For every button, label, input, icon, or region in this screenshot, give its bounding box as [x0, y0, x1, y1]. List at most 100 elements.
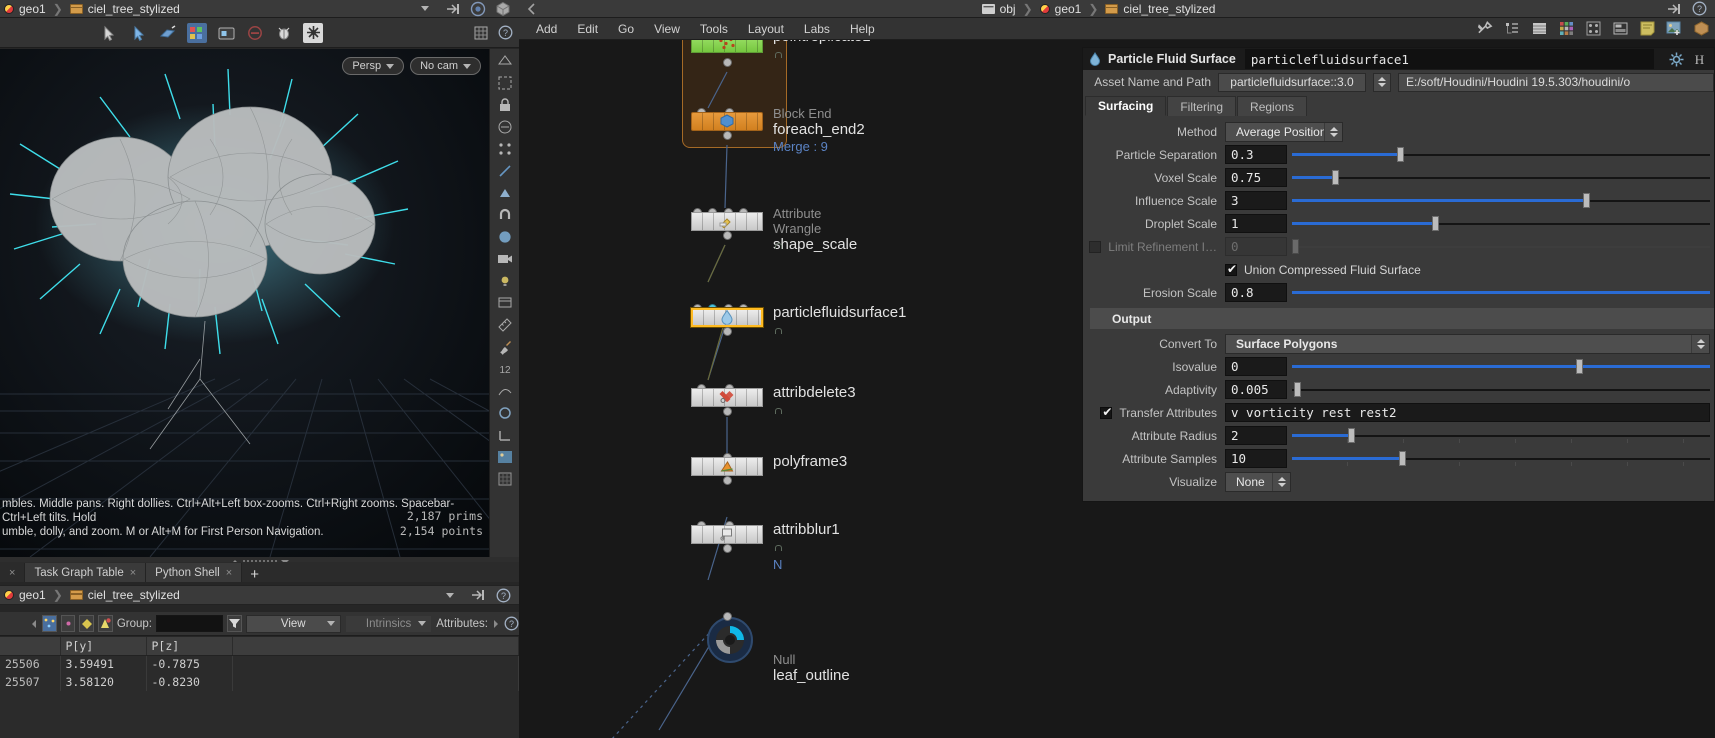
spreadsheet-breadcrumb-node[interactable]: ciel_tree_stylized	[88, 588, 180, 602]
camera-selector[interactable]: No cam	[410, 57, 481, 75]
parameter-houdini-icon[interactable]: H	[1691, 51, 1707, 67]
breadcrumb-node[interactable]: ciel_tree_stylized	[88, 2, 180, 16]
param-value-isovalue[interactable]: 0	[1225, 357, 1287, 376]
column-header-pz[interactable]: P[z]	[146, 637, 233, 656]
node-name[interactable]: pointreplicate1	[773, 40, 871, 46]
method-dropdown[interactable]: Average Position	[1225, 121, 1343, 142]
visualize-spinner[interactable]	[1272, 472, 1290, 491]
prims-mode-icon[interactable]	[496, 184, 514, 202]
tab-close-icon[interactable]: ×	[226, 567, 232, 579]
grid-toggle-icon[interactable]	[473, 25, 489, 41]
points-mode-icon[interactable]	[496, 140, 514, 158]
node-name[interactable]: foreach_end2	[773, 121, 865, 139]
snapshot-icon[interactable]	[216, 23, 236, 43]
add-tab-button[interactable]: +	[242, 567, 267, 582]
method-spinner[interactable]	[1324, 122, 1342, 141]
menu-tools[interactable]: Tools	[691, 20, 737, 38]
viewport-3d[interactable]: Persp No cam mbles. Middle pans. Right d…	[0, 49, 489, 557]
param-slider-particle-separation[interactable]	[1292, 145, 1710, 164]
tab-python-shell[interactable]: Python Shell ×	[146, 563, 243, 582]
tab-close-icon[interactable]: ×	[130, 567, 136, 579]
snap-settings-icon[interactable]	[303, 22, 323, 43]
frame-12-icon[interactable]: 12	[496, 360, 514, 378]
network-crumb-geo1[interactable]: geo1	[1055, 2, 1082, 16]
geometry-spreadsheet[interactable]: P[y] P[z] 25506 3.59491 -0.7875 25507 3.	[0, 637, 519, 738]
image-icon[interactable]	[496, 448, 514, 466]
node-body[interactable]	[691, 40, 763, 53]
parameter-node-name-field[interactable]: particlefluidsurface1	[1244, 49, 1654, 69]
primitives-filter-icon[interactable]	[79, 615, 94, 632]
limit-refinement-checkbox[interactable]	[1089, 240, 1102, 253]
measure-icon[interactable]	[496, 316, 514, 334]
transfer-attributes-checkbox[interactable]	[1100, 405, 1113, 419]
menu-layout[interactable]: Layout	[739, 20, 793, 38]
breadcrumb-root[interactable]: geo1	[19, 2, 46, 16]
node-body[interactable]	[691, 112, 763, 131]
param-slider-isovalue[interactable]	[1292, 357, 1710, 376]
node-output-dot[interactable]	[723, 231, 732, 240]
node-pointreplicate1[interactable]: pointreplicate1	[691, 40, 871, 67]
node-output-dot[interactable]	[723, 476, 732, 485]
tab-close-first[interactable]: ×	[0, 563, 26, 582]
convert-to-dropdown[interactable]: Surface Polygons	[1225, 333, 1710, 354]
param-slider-limit-refinement[interactable]	[1292, 237, 1710, 256]
intrinsics-dropdown[interactable]: Intrinsics	[345, 614, 433, 633]
node-attribblur1[interactable]: attribblur1 N	[691, 521, 840, 572]
layout-grid-icon[interactable]	[1585, 21, 1601, 37]
menu-add[interactable]: Add	[527, 20, 566, 38]
ladybug-icon[interactable]	[274, 23, 294, 43]
param-slider-erosion-scale[interactable]	[1292, 283, 1710, 302]
spreadsheet-help-icon[interactable]: ?	[495, 587, 511, 603]
display-options-icon[interactable]	[496, 294, 514, 312]
vertices-filter-icon[interactable]	[61, 615, 76, 632]
network-box-add-icon[interactable]	[1693, 21, 1709, 37]
param-slider-droplet-scale[interactable]	[1292, 214, 1710, 233]
menu-edit[interactable]: Edit	[568, 20, 607, 38]
menu-view[interactable]: View	[645, 20, 689, 38]
network-crumb-obj[interactable]: obj	[1000, 2, 1016, 16]
network-crumb-node[interactable]: ciel_tree_stylized	[1123, 2, 1215, 16]
param-slider-influence-scale[interactable]	[1292, 191, 1710, 210]
handles-tool-icon[interactable]	[158, 23, 178, 43]
no-entry-icon[interactable]	[245, 23, 265, 43]
group-input[interactable]	[155, 615, 223, 632]
node-particlefluidsurface1[interactable]: particlefluidsurface1	[691, 304, 906, 336]
asset-name-spinner[interactable]	[1373, 72, 1391, 92]
node-body[interactable]	[691, 457, 763, 476]
menu-labs[interactable]: Labs	[795, 20, 839, 38]
node-name[interactable]: attribblur1	[773, 519, 840, 541]
spreadsheet-prev-arrow[interactable]	[32, 619, 36, 628]
add-image-icon[interactable]	[1666, 21, 1682, 37]
grid-snap-icon[interactable]	[496, 470, 514, 488]
tab-task-graph-table[interactable]: Task Graph Table ×	[25, 563, 147, 582]
lock-icon[interactable]	[496, 96, 514, 114]
filter-funnel-icon[interactable]	[226, 615, 242, 632]
spreadsheet-path-dropdown[interactable]	[438, 586, 462, 604]
union-compressed-toggle[interactable]: Union Compressed Fluid Surface	[1225, 262, 1421, 277]
curve-icon[interactable]	[496, 382, 514, 400]
camera-icon[interactable]	[496, 250, 514, 268]
node-name[interactable]: particlefluidsurface1	[773, 302, 906, 324]
visualize-dropdown[interactable]: None	[1225, 471, 1291, 492]
network-path-bar[interactable]: obj ❯ geo1 ❯ ciel_tree_stylized ?	[519, 0, 1715, 18]
convert-to-spinner[interactable]	[1691, 334, 1709, 353]
angle-icon[interactable]	[496, 426, 514, 444]
tab-filtering[interactable]: Filtering	[1167, 96, 1237, 116]
param-value-attribute-samples[interactable]: 10	[1225, 449, 1287, 468]
flipbook-icon[interactable]	[445, 1, 461, 17]
node-output-dot[interactable]	[723, 407, 732, 416]
node-output-dot[interactable]	[723, 544, 732, 553]
network-help-icon[interactable]: ?	[1691, 1, 1707, 17]
spreadsheet-flipbook-icon[interactable]	[470, 587, 486, 603]
param-value-particle-separation[interactable]: 0.3	[1225, 145, 1287, 164]
param-slider-attribute-radius[interactable]	[1292, 426, 1710, 445]
table-row[interactable]: 25507 3.58120 -0.8230	[0, 673, 519, 691]
detail-filter-icon[interactable]	[97, 615, 113, 632]
view-tool-icon[interactable]	[496, 52, 514, 70]
spreadsheet-path-bar[interactable]: geo1 ❯ ciel_tree_stylized ?	[0, 585, 519, 605]
node-shape-scale[interactable]: Attribute Wrangle shape_scale	[691, 206, 857, 253]
tab-regions[interactable]: Regions	[1237, 96, 1308, 116]
material-icon[interactable]	[496, 228, 514, 246]
node-name[interactable]: shape_scale	[773, 236, 857, 254]
brush-icon[interactable]	[496, 338, 514, 356]
